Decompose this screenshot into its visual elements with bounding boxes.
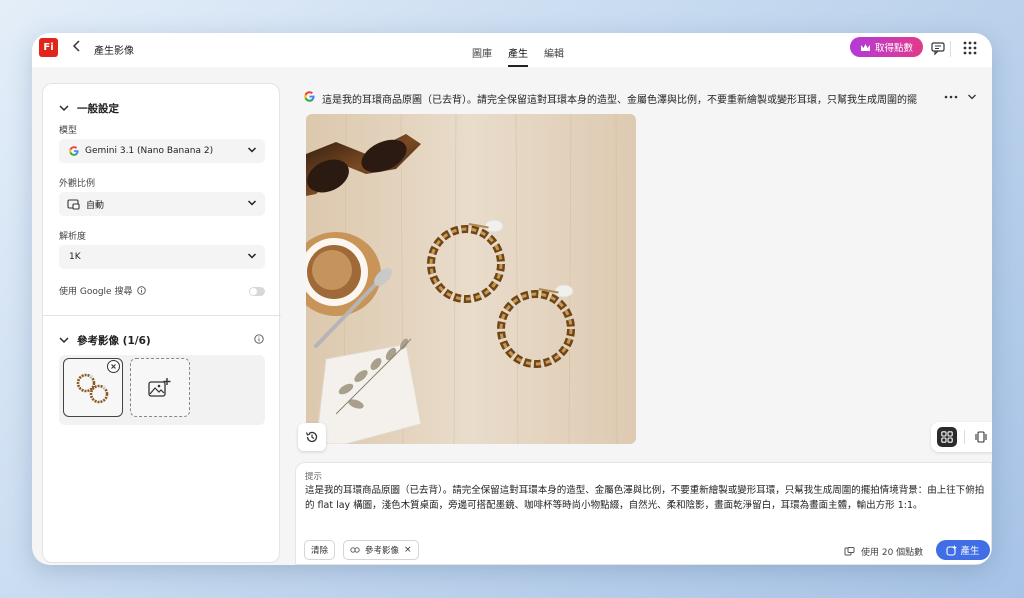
settings-panel: 一般設定 模型 Gemini 3.1 (Nano Banana 2) 外觀比例 … xyxy=(42,83,281,563)
general-settings-title: 一般設定 xyxy=(77,103,119,115)
google-search-label: 使用 Google 搜尋 xyxy=(59,287,133,297)
view-divider xyxy=(964,430,965,444)
resolution-label: 解析度 xyxy=(59,232,87,242)
tab-gallery[interactable]: 圖庫 xyxy=(472,33,492,67)
back-icon[interactable] xyxy=(72,39,82,57)
history-button[interactable] xyxy=(298,423,326,451)
aspect-value: 自動 xyxy=(86,200,105,211)
prompt-text[interactable]: 這是我的耳環商品原圖（已去背）。請完全保留這對耳環本身的造型、金屬色澤與比例，不… xyxy=(305,483,985,513)
prompt-header: 這是我的耳環商品原圖（已去背）。請完全保留這對耳環本身的造型、金屬色澤與比例，不… xyxy=(322,95,917,106)
page-title: 產生影像 xyxy=(94,46,134,57)
crown-icon xyxy=(860,43,870,51)
generated-image-content xyxy=(306,114,636,444)
tab-bar: 圖庫 產生 編輯 xyxy=(472,33,564,67)
prompt-label: 提示 xyxy=(305,472,323,482)
top-bar: Fi 產生影像 圖庫 產生 編輯 取得點數 xyxy=(32,33,992,67)
grid-view-icon xyxy=(941,431,953,443)
tab-edit[interactable]: 編輯 xyxy=(544,33,564,67)
reference-images-area xyxy=(59,355,265,425)
history-icon xyxy=(305,431,318,443)
google-search-toggle[interactable] xyxy=(249,287,265,296)
single-view-button[interactable] xyxy=(971,427,991,447)
chevron-down-icon xyxy=(59,105,69,111)
info-icon[interactable] xyxy=(137,286,147,295)
chevron-down-icon xyxy=(247,200,257,206)
general-settings-header[interactable]: 一般設定 xyxy=(59,101,119,116)
info-icon[interactable] xyxy=(254,334,264,344)
credit-icon xyxy=(844,547,855,556)
credit-cost: 使用 20 個點數 xyxy=(844,545,923,558)
reference-images-header[interactable]: 參考影像 (1/6) xyxy=(59,333,151,348)
reference-thumbnail[interactable] xyxy=(63,358,123,417)
panel-divider xyxy=(43,315,281,316)
chevron-down-icon xyxy=(247,253,257,259)
close-icon[interactable]: × xyxy=(404,545,412,555)
credit-cost-label: 使用 20 個點數 xyxy=(861,548,924,558)
add-reference-button[interactable] xyxy=(130,358,190,417)
model-value: Gemini 3.1 (Nano Banana 2) xyxy=(85,146,214,156)
model-label: 模型 xyxy=(59,126,78,136)
aspect-select[interactable]: 自動 xyxy=(59,192,265,216)
reference-chip[interactable]: 參考影像 × xyxy=(343,540,419,560)
generate-button[interactable]: 產生 xyxy=(936,540,990,560)
chevron-down-icon xyxy=(59,337,69,343)
resolution-select[interactable]: 1K xyxy=(59,245,265,269)
prompt-box[interactable]: 提示 這是我的耳環商品原圖（已去背）。請完全保留這對耳環本身的造型、金屬色澤與比… xyxy=(295,462,992,565)
view-mode-toggle xyxy=(931,422,992,452)
tab-generate[interactable]: 產生 xyxy=(508,33,528,67)
google-search-row: 使用 Google 搜尋 xyxy=(59,284,147,297)
aspect-label: 外觀比例 xyxy=(59,179,96,189)
close-icon[interactable] xyxy=(107,360,120,373)
app-window: Fi 產生影像 圖庫 產生 編輯 取得點數 一般設定 模型 Gemini 3.1… xyxy=(32,33,992,565)
aspect-icon xyxy=(67,198,80,210)
sparkle-icon xyxy=(946,544,958,556)
get-credits-label: 取得點數 xyxy=(874,43,913,54)
generate-label: 產生 xyxy=(960,546,980,557)
single-view-icon xyxy=(975,431,987,443)
more-icon[interactable] xyxy=(944,95,958,99)
google-icon xyxy=(304,91,315,102)
chevron-down-icon xyxy=(247,147,257,153)
feedback-icon[interactable] xyxy=(930,40,946,56)
grid-view-button[interactable] xyxy=(937,427,957,447)
get-credits-button[interactable]: 取得點數 xyxy=(850,37,923,57)
chevron-down-icon[interactable] xyxy=(967,93,977,101)
image-upload-icon xyxy=(148,378,171,397)
apps-grid-icon[interactable] xyxy=(962,40,978,56)
generated-image[interactable] xyxy=(306,114,636,444)
model-select[interactable]: Gemini 3.1 (Nano Banana 2) xyxy=(59,139,265,163)
top-divider xyxy=(950,41,951,57)
resolution-value: 1K xyxy=(69,252,81,262)
google-icon xyxy=(69,146,79,156)
link-icon xyxy=(350,547,360,553)
clear-button[interactable]: 清除 xyxy=(304,540,336,560)
app-logo: Fi xyxy=(39,38,58,57)
reference-chip-label: 參考影像 xyxy=(365,546,400,556)
reference-images-title: 參考影像 (1/6) xyxy=(77,335,151,347)
